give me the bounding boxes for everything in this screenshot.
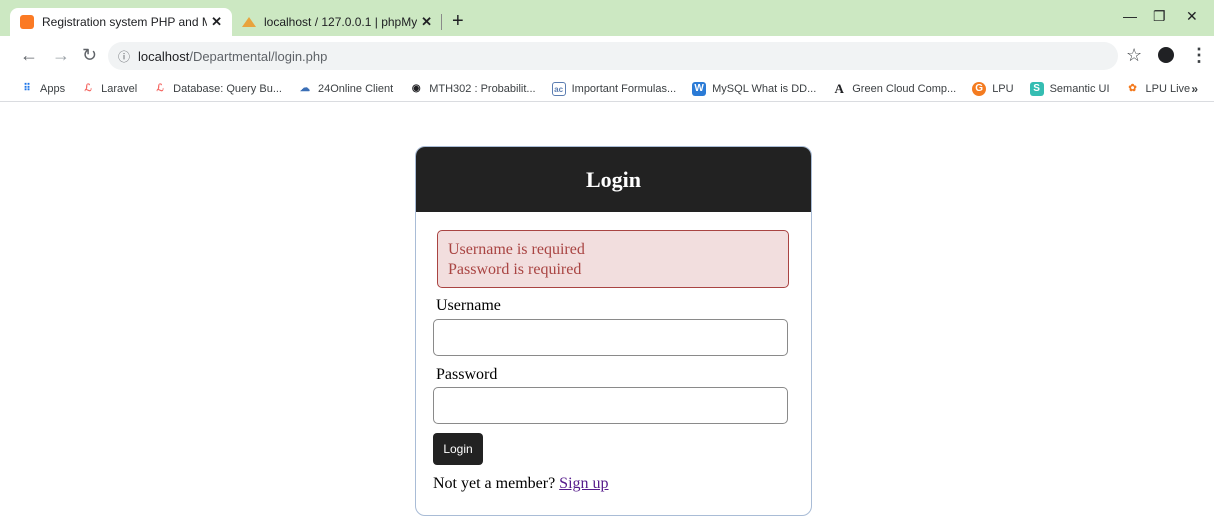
error-alert: Username is required Password is require… <box>437 230 789 288</box>
bookmark-label: Important Formulas... <box>571 82 677 95</box>
address-bar[interactable]: ⓘ localhost/Departmental/login.php <box>108 42 1118 70</box>
bookmark-important-formulas[interactable]: ac Important Formulas... <box>551 81 677 96</box>
bookmark-24online[interactable]: ☁ 24Online Client <box>298 82 393 96</box>
username-label: Username <box>436 297 501 314</box>
bookmark-label: Laravel <box>101 82 138 95</box>
url-host: localhost <box>138 48 190 64</box>
w-icon: W <box>692 81 707 96</box>
back-arrow-icon[interactable]: ← <box>20 45 38 65</box>
tab-registration-system[interactable]: Registration system PHP and MyS ✕ <box>10 8 232 36</box>
star-icon[interactable]: ☆ <box>1126 45 1142 65</box>
window-close-button[interactable]: ✕ <box>1186 8 1198 25</box>
ac-icon: ac <box>551 81 566 96</box>
laravel-icon: ℒ <box>156 82 164 94</box>
bookmark-label: LPU Live <box>1145 82 1191 95</box>
signup-link[interactable]: Sign up <box>559 475 608 492</box>
bookmark-label: MTH302 : Probabilit... <box>429 82 536 95</box>
bookmark-label: LPU <box>992 82 1014 95</box>
error-password-required: Password is required <box>448 261 582 278</box>
lpu-icon: G <box>972 81 987 96</box>
bookmark-database-query[interactable]: ℒ Database: Query Bu... <box>153 82 282 96</box>
browser-toolbar: ← → ↻ ⓘ localhost/Departmental/login.php… <box>0 36 1214 76</box>
profile-icon[interactable] <box>1158 45 1174 65</box>
signup-prompt: Not yet a member? Sign up <box>433 475 609 493</box>
close-tab-icon[interactable]: ✕ <box>211 14 222 30</box>
tab-title: Registration system PHP and MyS <box>42 15 208 29</box>
error-username-required: Username is required <box>448 241 585 258</box>
bookmark-apps[interactable]: ⠿ Apps <box>20 82 65 96</box>
password-input[interactable] <box>433 387 788 424</box>
minimize-button[interactable]: — <box>1123 8 1137 24</box>
apps-grid-icon: ⠿ <box>23 82 31 94</box>
login-card: Login Username is required Password is r… <box>415 146 812 516</box>
bookmark-label: 24Online Client <box>318 82 394 95</box>
bookmark-mysql[interactable]: W MySQL What is DD... <box>692 81 817 96</box>
cloud-icon: ☁ <box>300 82 310 94</box>
phpmyadmin-icon <box>242 17 256 27</box>
close-tab-icon[interactable]: ✕ <box>421 14 432 30</box>
bookmark-lpu[interactable]: G LPU <box>972 81 1014 96</box>
new-tab-button[interactable]: + <box>452 10 464 32</box>
lpu-live-icon: ✿ <box>1128 82 1137 94</box>
forward-arrow-icon[interactable]: → <box>52 45 70 65</box>
bookmark-label: MySQL What is DD... <box>712 82 817 95</box>
login-button[interactable]: Login <box>433 433 483 465</box>
menu-kebab-icon[interactable]: ⋮ <box>1190 45 1208 65</box>
restore-button[interactable]: ❐ <box>1153 8 1166 25</box>
signup-prompt-text: Not yet a member? <box>433 475 556 492</box>
page-title: Login <box>585 166 642 192</box>
bookmark-label: Apps <box>40 82 66 95</box>
bookmark-green-cloud[interactable]: A Green Cloud Comp... <box>832 80 957 96</box>
url-path: /Departmental/login.php <box>189 48 328 64</box>
font-a-icon: A <box>834 80 844 96</box>
xampp-icon <box>20 15 34 29</box>
username-input[interactable] <box>433 319 788 356</box>
reload-icon[interactable]: ↻ <box>82 45 97 65</box>
login-header: Login <box>416 147 811 212</box>
bookmark-label: Semantic UI <box>1049 82 1110 95</box>
tab-strip: Registration system PHP and MyS ✕ localh… <box>0 0 1214 36</box>
password-label: Password <box>436 366 498 383</box>
bookmarks-bar: ⠿ Apps ℒ Laravel ℒ Database: Query Bu...… <box>0 76 1214 102</box>
tab-phpmyadmin[interactable]: localhost / 127.0.0.1 | phpMyAdmin ✕ <box>232 8 442 36</box>
tab-separator <box>441 14 442 30</box>
info-icon[interactable]: ⓘ <box>118 48 130 65</box>
bookmark-laravel[interactable]: ℒ Laravel <box>81 82 137 96</box>
tab-title: localhost / 127.0.0.1 | phpMyAdmin <box>264 15 418 29</box>
bookmark-label: Green Cloud Comp... <box>852 82 957 95</box>
laravel-icon: ℒ <box>84 82 92 94</box>
bookmark-label: Database: Query Bu... <box>173 82 282 95</box>
bookmark-semantic-ui[interactable]: S Semantic UI <box>1029 81 1110 96</box>
globe-icon: ◉ <box>411 82 421 94</box>
bookmarks-overflow-icon[interactable]: » <box>1191 82 1198 96</box>
bookmark-lpu-live[interactable]: ✿ LPU Live <box>1126 82 1191 96</box>
bookmark-mth302[interactable]: ◉ MTH302 : Probabilit... <box>409 82 536 96</box>
semantic-ui-icon: S <box>1029 81 1044 96</box>
